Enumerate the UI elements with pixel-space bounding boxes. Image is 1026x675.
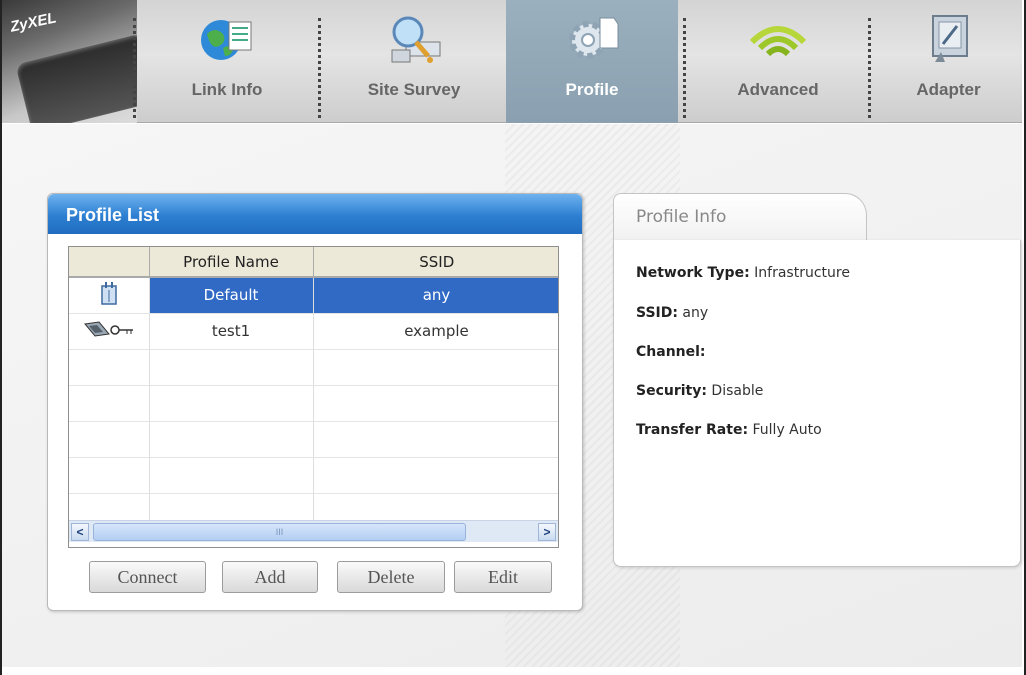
table-row[interactable]: test1 example [69,313,558,350]
nav-label: Profile [565,80,619,99]
nav-label: Adapter [916,80,981,99]
profile-list-title: Profile List [48,194,582,234]
brand-logo: ZyXEL [8,9,58,36]
info-security: Security: Disable [636,383,763,399]
nav-adapter[interactable]: Adapter [875,0,1022,123]
nav-site-survey[interactable]: Site Survey [324,0,504,123]
connect-button[interactable]: Connect [89,561,206,593]
table-row-empty [69,457,558,494]
adhoc-key-icon [83,321,133,337]
column-header-icon [69,247,150,278]
scroll-right-icon[interactable]: > [538,523,556,541]
delete-button[interactable]: Delete [337,561,445,593]
info-value: Fully Auto [752,422,822,438]
info-value: Infrastructure [754,265,850,281]
usb-adapter-image [15,33,137,123]
nav-advanced[interactable]: Advanced [690,0,866,123]
info-label: Transfer Rate: [636,422,749,438]
column-header-ssid[interactable]: SSID [313,247,558,278]
row-icon-cell [69,277,150,314]
nav-separator [318,18,321,118]
info-label: Channel: [636,344,706,360]
table-row[interactable]: Default any [69,277,558,314]
table-header-row: Profile Name SSID [69,247,558,278]
ssid-cell: example [313,313,558,350]
bottom-border [2,667,1022,675]
scroll-left-icon[interactable]: < [71,523,89,541]
table-row-empty [69,349,558,386]
nav-label: Site Survey [367,80,461,99]
info-ssid: SSID: any [636,305,708,321]
nav-separator [133,18,136,118]
info-value: any [682,305,709,321]
info-value: Disable [711,383,764,399]
network-search-icon [391,16,441,63]
info-label: Network Type: [636,265,750,281]
profile-table[interactable]: Profile Name SSID Default any test1 exam… [68,246,559,548]
profile-name-cell: test1 [149,313,314,350]
scroll-thumb[interactable]: III [93,523,466,541]
profile-list-panel: Profile List Profile Name SSID Default a… [47,193,583,611]
nav-separator [868,18,871,118]
info-transfer-rate: Transfer Rate: Fully Auto [636,422,822,438]
table-row-empty [69,385,558,422]
row-icon-cell [69,313,150,350]
top-navigation-bar: ZyXEL Link Info Site Survey Profile Adva… [2,0,1022,123]
profile-info-title: Profile Info [613,193,867,241]
add-button[interactable]: Add [222,561,318,593]
nav-profile[interactable]: Profile [506,0,678,123]
horizontal-scrollbar[interactable]: < III > [69,520,558,542]
edit-button[interactable]: Edit [454,561,552,593]
info-channel: Channel: [636,344,706,360]
info-network-type: Network Type: Infrastructure [636,265,850,281]
nav-label: Link Info [191,80,263,99]
wifi-waves-icon [749,26,807,57]
adapter-card-icon [931,15,968,62]
info-label: SSID: [636,305,678,321]
column-header-profile-name[interactable]: Profile Name [149,247,314,278]
gear-profile-icon [569,17,619,59]
info-label: Security: [636,383,707,399]
globe-document-icon [201,20,252,60]
nav-separator [683,18,686,118]
infrastructure-ap-icon [101,282,117,305]
profile-info-panel: Network Type: Infrastructure SSID: any C… [613,240,1021,567]
nav-label: Advanced [737,80,819,99]
nav-link-info[interactable]: Link Info [142,0,312,123]
table-row-empty [69,421,558,458]
ssid-cell: any [313,277,558,314]
brand-area: ZyXEL [2,0,137,123]
profile-name-cell: Default [149,277,314,314]
